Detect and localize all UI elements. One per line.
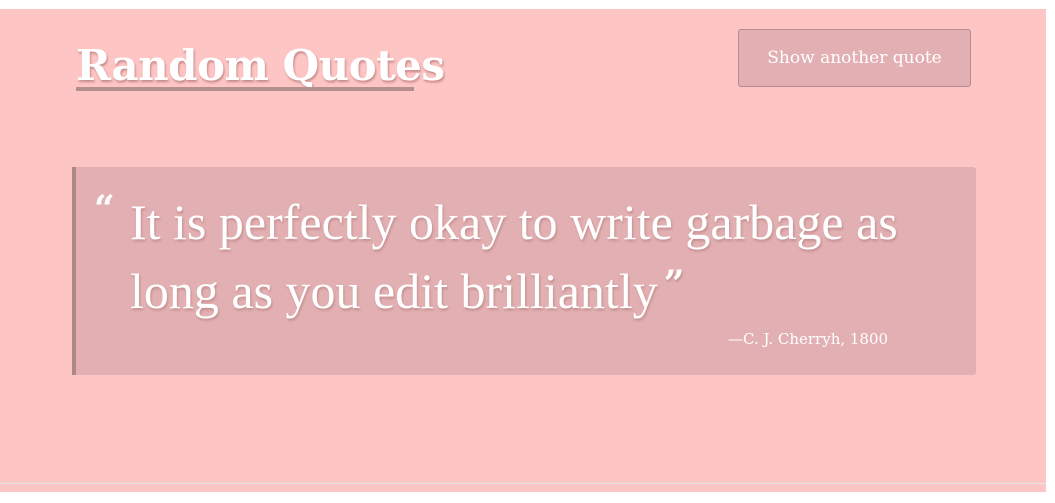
page-title: Random Quotes: [76, 41, 445, 90]
page-background: Random Quotes Show another quote “ It is…: [0, 9, 1046, 492]
divider: [0, 483, 1046, 484]
quote-attribution: —C. J. Cherryh, 1800: [728, 330, 889, 348]
quote-text-container: It is perfectly okay to write garbage as…: [130, 191, 970, 322]
show-another-quote-button[interactable]: Show another quote: [738, 29, 971, 87]
title-underline: [76, 87, 414, 91]
quote-block: “ It is perfectly okay to write garbage …: [72, 167, 976, 375]
open-quote-icon: “: [94, 188, 115, 230]
close-quote-icon: ”: [663, 263, 685, 305]
quote-text: It is perfectly okay to write garbage as…: [130, 194, 898, 319]
